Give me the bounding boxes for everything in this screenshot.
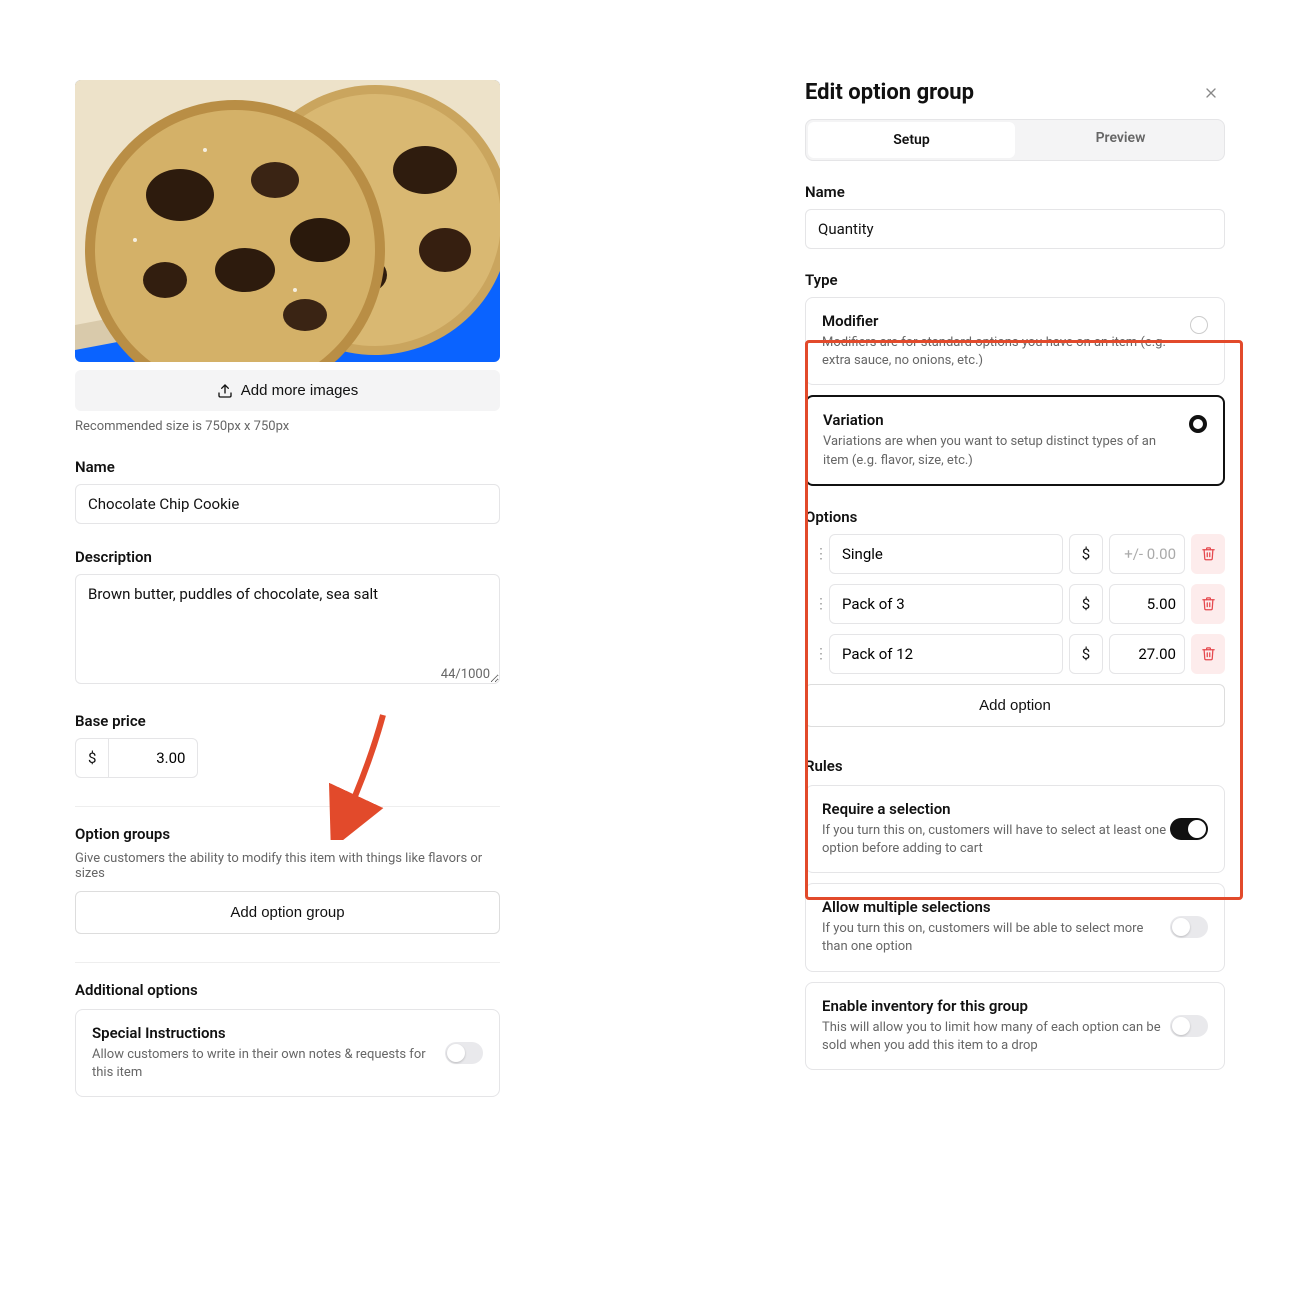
add-more-images-label: Add more images (241, 382, 359, 399)
option-price-input[interactable] (1109, 584, 1185, 624)
upload-icon (217, 383, 233, 399)
trash-icon (1201, 546, 1216, 561)
add-more-images-button[interactable]: Add more images (75, 370, 500, 411)
base-price-label: Base price (75, 712, 500, 730)
special-instructions-title: Special Instructions (92, 1024, 445, 1042)
rule-inventory-title: Enable inventory for this group (822, 997, 1170, 1015)
add-option-group-button[interactable]: Add option group (75, 891, 500, 934)
rule-require-desc: If you turn this on, customers will have… (822, 822, 1170, 858)
drag-handle-icon[interactable]: ⋮⋮ (805, 634, 823, 674)
currency-label: $ (1069, 634, 1103, 674)
item-editor-panel: Add more images Recommended size is 750p… (75, 80, 500, 1220)
rule-require-toggle[interactable] (1170, 818, 1208, 840)
close-icon (1203, 85, 1219, 101)
special-instructions-toggle[interactable] (445, 1042, 483, 1064)
option-groups-hint: Give customers the ability to modify thi… (75, 851, 500, 881)
divider (75, 806, 500, 807)
rule-multi-toggle[interactable] (1170, 916, 1208, 938)
option-row: ⋮⋮ $ (805, 584, 1225, 624)
tab-preview[interactable]: Preview (1017, 120, 1224, 160)
type-variation-title: Variation (823, 411, 1175, 429)
option-name-input[interactable] (829, 634, 1063, 674)
product-image (75, 80, 500, 362)
type-variation-card[interactable]: Variation Variations are when you want t… (805, 395, 1225, 485)
option-name-input[interactable] (829, 534, 1063, 574)
currency-label: $ (1069, 534, 1103, 574)
currency-prefix: $ (75, 738, 108, 778)
rules-label: Rules (805, 757, 1225, 775)
type-modifier-desc: Modifiers are for standard options you h… (822, 334, 1176, 370)
option-row: ⋮⋮ $ (805, 634, 1225, 674)
delete-option-button[interactable] (1191, 584, 1225, 624)
rule-inventory-desc: This will allow you to limit how many of… (822, 1019, 1170, 1055)
type-variation-desc: Variations are when you want to setup di… (823, 433, 1175, 469)
delete-option-button[interactable] (1191, 534, 1225, 574)
edit-option-group-panel: Edit option group Setup Preview Name Typ… (805, 80, 1225, 1220)
description-label: Description (75, 548, 500, 566)
option-price-input[interactable] (1109, 534, 1185, 574)
type-variation-radio[interactable] (1189, 415, 1207, 433)
additional-options-label: Additional options (75, 981, 500, 999)
drag-handle-icon[interactable]: ⋮⋮ (805, 534, 823, 574)
item-name-input[interactable] (75, 484, 500, 524)
delete-option-button[interactable] (1191, 634, 1225, 674)
rule-multi-desc: If you turn this on, customers will be a… (822, 920, 1170, 956)
type-modifier-radio[interactable] (1190, 316, 1208, 334)
type-modifier-card[interactable]: Modifier Modifiers are for standard opti… (805, 297, 1225, 385)
options-label: Options (805, 508, 1225, 526)
add-option-label: Add option (979, 697, 1051, 714)
add-option-group-label: Add option group (230, 904, 344, 921)
tabs: Setup Preview (805, 119, 1225, 161)
trash-icon (1201, 596, 1216, 611)
option-row: ⋮⋮ $ (805, 534, 1225, 574)
option-groups-label: Option groups (75, 825, 500, 843)
trash-icon (1201, 646, 1216, 661)
rule-require-title: Require a selection (822, 800, 1170, 818)
rule-inventory-toggle[interactable] (1170, 1015, 1208, 1037)
currency-label: $ (1069, 584, 1103, 624)
option-price-input[interactable] (1109, 634, 1185, 674)
panel-title: Edit option group (805, 80, 974, 105)
og-name-label: Name (805, 183, 1225, 201)
tab-setup[interactable]: Setup (808, 122, 1015, 158)
option-group-name-input[interactable] (805, 209, 1225, 249)
type-label: Type (805, 271, 1225, 289)
divider (75, 962, 500, 963)
special-instructions-desc: Allow customers to write in their own no… (92, 1046, 445, 1082)
base-price-input[interactable] (108, 738, 198, 778)
item-description-input[interactable] (75, 574, 500, 684)
close-button[interactable] (1197, 84, 1225, 102)
rule-multi-title: Allow multiple selections (822, 898, 1170, 916)
type-modifier-title: Modifier (822, 312, 1176, 330)
drag-handle-icon[interactable]: ⋮⋮ (805, 584, 823, 624)
option-name-input[interactable] (829, 584, 1063, 624)
name-label: Name (75, 458, 500, 476)
image-size-hint: Recommended size is 750px x 750px (75, 419, 500, 434)
add-option-button[interactable]: Add option (805, 684, 1225, 727)
